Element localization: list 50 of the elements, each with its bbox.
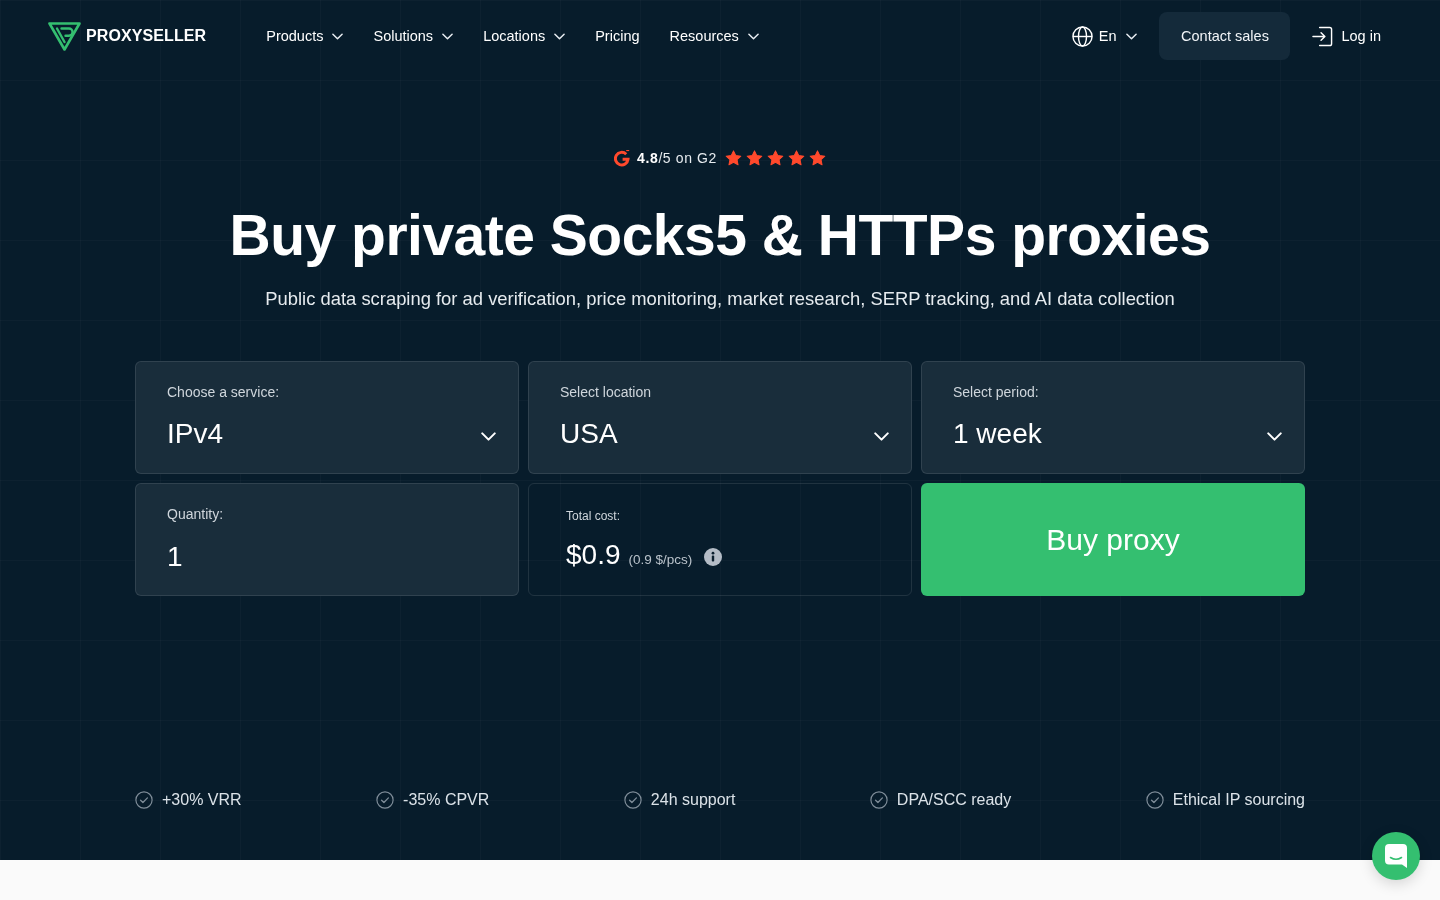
quantity-field[interactable]: Quantity: 1 xyxy=(135,483,519,596)
info-icon[interactable] xyxy=(704,548,723,566)
check-circle-icon xyxy=(623,791,642,809)
globe-icon xyxy=(1071,25,1093,47)
field-label: Quantity: xyxy=(167,506,224,522)
rating-text: 4.8/5 on G2 xyxy=(637,150,717,166)
feature-label: Ethical IP sourcing xyxy=(1172,791,1305,809)
check-circle-icon xyxy=(135,791,153,809)
hero-title: Buy private Socks5 & HTTPs proxies xyxy=(229,202,1211,269)
nav-menu[interactable]: Solutions xyxy=(373,28,454,44)
chevron-down-icon xyxy=(1267,432,1282,441)
language-selector[interactable]: En xyxy=(1071,25,1138,47)
brand-name: PROXYSELLER xyxy=(86,27,207,45)
login-button[interactable]: Log in xyxy=(1312,25,1381,47)
feature-label: +30% VRR xyxy=(162,791,242,809)
total-price: $0.9 xyxy=(566,538,621,572)
chevron-down-icon xyxy=(332,32,344,40)
chevron-down-icon xyxy=(554,32,566,40)
logo-icon[interactable] xyxy=(48,21,81,51)
star-icon xyxy=(787,150,805,166)
nav-menu[interactable]: Products xyxy=(266,28,344,44)
total-cost-label: Total cost: xyxy=(566,509,621,523)
dropdown-field[interactable]: Select period: 1 week xyxy=(921,361,1305,474)
chevron-down-icon xyxy=(481,432,496,441)
contact-sales-button[interactable]: Contact sales xyxy=(1159,12,1291,60)
dropdown-field[interactable]: Select location USA xyxy=(528,361,912,474)
chevron-down-icon xyxy=(442,32,454,40)
feature-label: -35% CPVR xyxy=(403,791,490,809)
chevron-down-icon xyxy=(747,32,759,40)
feature-label: 24h support xyxy=(650,791,736,809)
login-icon xyxy=(1312,25,1334,47)
unit-price: (0.9 $/pcs) xyxy=(628,552,693,567)
star-icon xyxy=(724,150,742,166)
nav-menu[interactable]: Locations xyxy=(483,28,566,44)
chevron-down-icon xyxy=(1126,32,1138,40)
chevron-down-icon xyxy=(874,432,889,441)
nav-link[interactable]: Pricing xyxy=(595,28,640,44)
hero-subtitle: Public data scraping for ad verification, price monitoring, market research, SERP tracking, and AI data collection xyxy=(265,287,1175,311)
check-circle-icon xyxy=(869,791,888,809)
check-circle-icon xyxy=(376,791,395,809)
dropdown-field[interactable]: Choose a service: IPv4 xyxy=(135,361,519,474)
feature-label: DPA/SCC ready xyxy=(896,791,1012,809)
quantity-input[interactable]: 1 xyxy=(167,540,496,574)
star-icon xyxy=(766,150,784,166)
star-icon xyxy=(745,150,763,166)
letter-g-icon xyxy=(614,149,631,167)
chat-bubble-icon xyxy=(1385,844,1407,868)
nav-menu[interactable]: Resources xyxy=(669,28,759,44)
check-circle-icon xyxy=(1145,791,1164,809)
star-icon xyxy=(808,150,826,166)
